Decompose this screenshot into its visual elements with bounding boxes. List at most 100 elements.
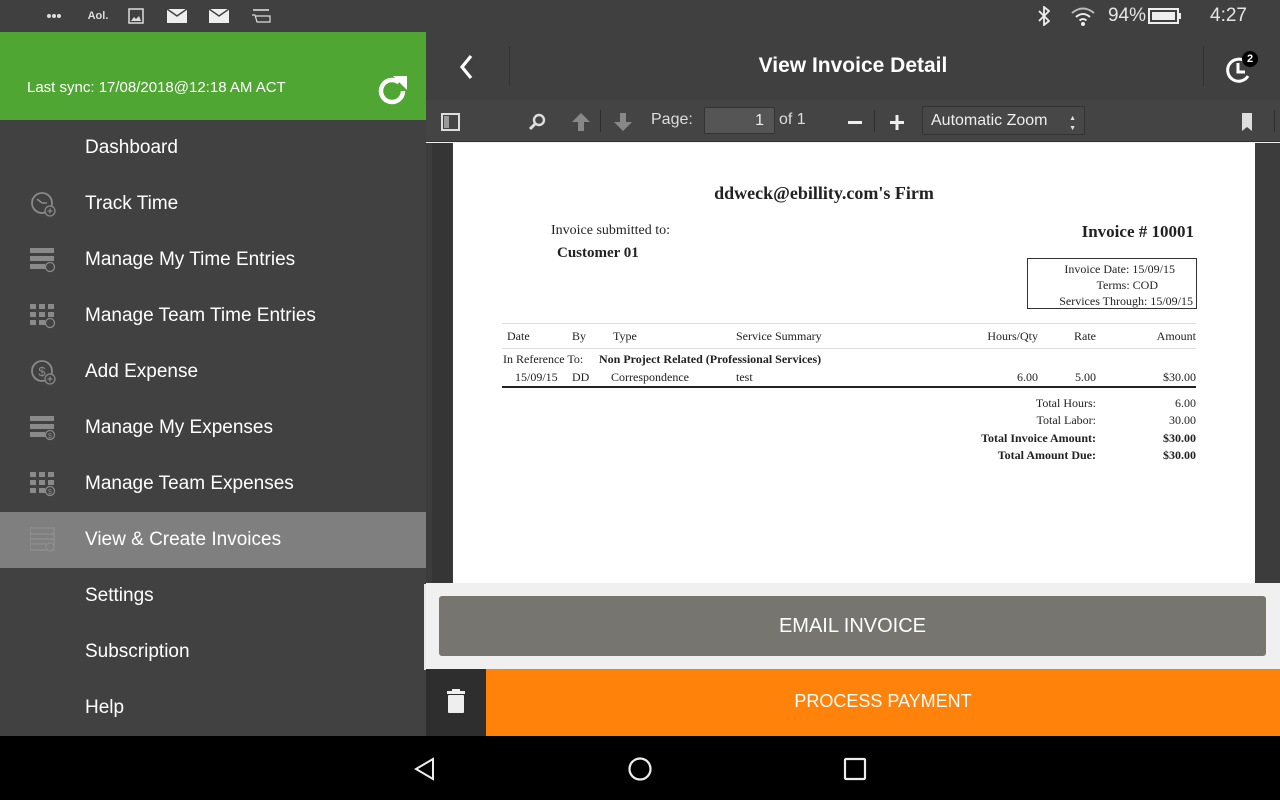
home-nav-icon[interactable] [627,756,653,782]
drawer-item-label: Dashboard [85,137,178,158]
pdf-viewer[interactable]: ddweck@ebillity.com's Firm Invoice submi… [426,143,1280,583]
sidebar-toggle-icon[interactable] [440,111,462,133]
delete-button[interactable] [426,669,486,736]
app-bar: View Invoice Detail 2 [426,32,1280,100]
invoice-details-box: Invoice Date: 15/09/15 Terms: COD Servic… [1027,258,1197,309]
column-header: By [572,329,587,343]
battery-percent: 94% [1107,5,1147,26]
svg-text:$: $ [48,489,52,496]
row-type: Correspondence [611,370,689,384]
drawer-item-dashboard[interactable]: Dashboard [0,120,426,176]
pdf-toolbar: Page: 1 of 1 Automatic Zoom ▲ ▼ [426,100,1280,142]
drawer-item-label: Settings [85,585,154,606]
detail-label: Terms: [1096,278,1130,292]
reference-label: In Reference To: [503,352,584,366]
search-icon[interactable] [526,111,548,133]
mail-icon [208,0,230,32]
detail-value: COD [1132,278,1158,292]
drawer-item-label: Manage My Expenses [85,417,273,438]
zoom-in-icon[interactable] [886,111,908,133]
battery-icon [1148,0,1182,32]
total-invoice-label: Total Invoice Amount: [981,431,1096,445]
clock-time: 4:27 [1210,5,1247,26]
divider [502,323,1196,324]
total-due-label: Total Amount Due: [997,448,1096,462]
recents-nav-icon[interactable] [842,756,868,782]
row-date: 15/09/15 [515,370,558,384]
separator [600,110,601,132]
drawer-item-manage-team-time-entries[interactable]: Manage Team Time Entries [0,288,426,344]
drawer-item-add-expense[interactable]: $ Add Expense [0,344,426,400]
drawer-item-manage-my-expenses[interactable]: $ Manage My Expenses [0,400,426,456]
list-clock-icon [30,248,56,273]
bluetooth-icon [1034,0,1054,32]
invoice-date-line: Invoice Date: 15/09/15 [1032,261,1175,277]
drawer-item-label: Track Time [85,193,179,214]
amazon-icon [250,0,272,32]
customer-name: Customer 01 [557,245,639,261]
more-notifications-icon [44,0,64,32]
total-invoice-value: $30.00 [1163,431,1196,445]
detail-value: 15/09/15 [1150,294,1193,308]
divider [502,386,1196,388]
divider [502,348,1196,349]
divider [1203,46,1204,86]
row-rate: 5.00 [1075,370,1096,384]
last-sync-text: Last sync: 17/08/2018@12:18 AM ACT [27,79,286,96]
invoice-number: Invoice # 10001 [1081,222,1194,241]
navigation-drawer: Last sync: 17/08/2018@12:18 AM ACT Dashb… [0,32,426,736]
drawer-item-manage-my-time-entries[interactable]: Manage My Time Entries [0,232,426,288]
drawer-item-help[interactable]: Help [0,680,426,736]
process-payment-button[interactable]: PROCESS PAYMENT [486,669,1280,736]
total-labor-label: Total Labor: [1036,413,1096,427]
zoom-value: Automatic Zoom [931,112,1048,129]
dollar-add-icon: $ [31,360,56,385]
column-header: Service Summary [736,329,822,343]
email-invoice-button[interactable]: EMAIL INVOICE [439,596,1266,656]
services-through-line: Services Through: 15/09/15 [1032,293,1193,309]
drawer-menu: Dashboard Track Time Manage My Time Entrie… [0,120,426,736]
drawer-item-view-create-invoices[interactable]: View & Create Invoices [0,512,426,568]
row-by: DD [572,370,590,384]
drawer-item-track-time[interactable]: Track Time [0,176,426,232]
drawer-item-subscription[interactable]: Subscription [0,624,426,680]
invoice-icon [30,527,55,552]
drawer-item-label: Add Expense [85,361,199,382]
drawer-item-label: Manage Team Time Entries [85,305,316,326]
column-header: Rate [1074,329,1096,343]
system-nav-bar [0,736,1280,800]
drawer-item-manage-team-expenses[interactable]: $ Manage Team Expenses [0,456,426,512]
row-hours: 6.00 [1017,370,1038,384]
gallery-icon [126,0,146,32]
drawer-item-label: Manage My Time Entries [85,249,296,270]
column-header: Type [613,329,637,343]
total-hours-label: Total Hours: [1035,396,1096,410]
terms-line: Terms: COD [1032,277,1175,293]
page-count: of 1 [779,111,806,128]
status-bar: Aol. 94% 4:27 [0,0,1280,32]
page-number-input[interactable]: 1 [704,107,775,134]
column-header: Amount [1156,329,1196,343]
column-header: Date [507,329,530,343]
row-summary: test [736,370,753,384]
next-page-icon[interactable] [612,111,634,133]
submitted-to-label: Invoice submitted to: [551,223,670,238]
drawer-item-settings[interactable]: Settings [0,568,426,624]
zoom-out-icon[interactable] [844,111,866,133]
previous-page-icon[interactable] [570,111,592,133]
back-nav-icon[interactable] [412,756,438,782]
zoom-select[interactable]: Automatic Zoom ▲ ▼ [922,106,1085,135]
sync-header: Last sync: 17/08/2018@12:18 AM ACT [0,32,426,120]
refresh-icon[interactable] [374,73,410,109]
page-label: Page: [651,111,693,128]
column-header: Hours/Qty [987,329,1038,343]
trash-icon [447,689,465,713]
reference-value: Non Project Related (Professional Servic… [599,352,822,366]
row-amount: $30.00 [1163,370,1196,384]
mail-icon [166,0,188,32]
aol-icon: Aol. [87,10,109,22]
separator [1274,110,1275,132]
grid-dollar-icon: $ [30,472,56,497]
bookmark-icon[interactable] [1236,111,1258,133]
detail-value: 15/09/15 [1132,262,1175,276]
